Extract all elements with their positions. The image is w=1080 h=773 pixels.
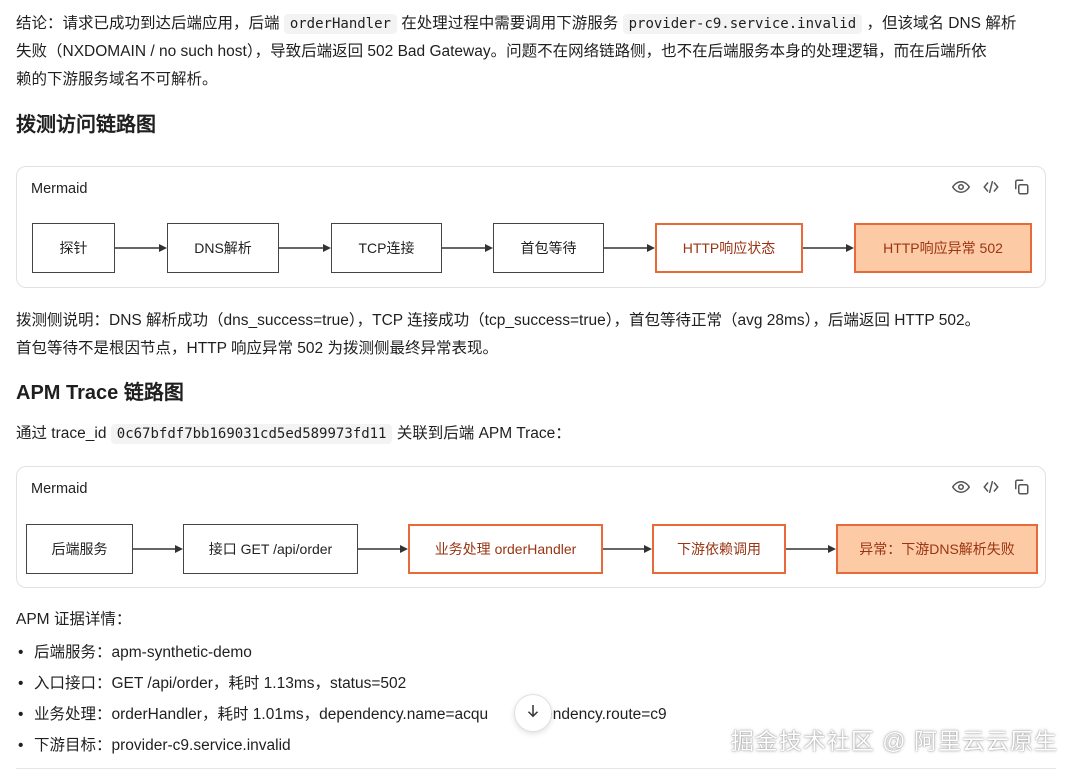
copy-icon[interactable]	[1011, 177, 1031, 197]
flow-arrow	[279, 243, 331, 253]
flow-arrow	[803, 243, 854, 253]
scroll-down-button[interactable]	[514, 694, 552, 732]
flow-node-http-status: HTTP响应状态	[655, 223, 803, 273]
watermark: 掘金技术社区 @ 阿里云云原生	[730, 728, 1058, 754]
card-title: Mermaid	[31, 481, 88, 497]
flow-node-handler: 业务处理 orderHandler	[408, 524, 603, 574]
card-toolbar	[951, 177, 1031, 197]
flow-node-dns: DNS解析	[167, 223, 279, 273]
flow-arrow	[133, 544, 183, 554]
handler-code: orderHandler	[283, 14, 397, 34]
conclusion-line-2: 失败（NXDOMAIN / no such host），导致后端返回 502 B…	[16, 43, 987, 60]
divider	[16, 768, 1056, 769]
arrow-down-icon	[524, 702, 542, 725]
list-item: 后端服务：apm-synthetic-demo	[16, 637, 1056, 668]
flow-node-http-502: HTTP响应异常 502	[854, 223, 1032, 273]
conclusion-line-3: 赖的下游服务域名不可解析。	[16, 71, 218, 88]
flow-arrow	[604, 243, 655, 253]
trace-id-code: 0c67bfdf7bb169031cd5ed589973fd11	[110, 424, 393, 444]
flow-node-api: 接口 GET /api/order	[183, 524, 358, 574]
section-heading-probe: 拨测访问链路图	[16, 114, 156, 136]
eye-icon[interactable]	[951, 177, 971, 197]
domain-code: provider-c9.service.invalid	[622, 14, 863, 34]
flow-node-downstream: 下游依赖调用	[652, 524, 786, 574]
flow-node-dns-failure: 异常：下游DNS解析失败	[836, 524, 1038, 574]
code-icon[interactable]	[981, 477, 1001, 497]
code-icon[interactable]	[981, 177, 1001, 197]
flow-node-probe: 探针	[32, 223, 115, 273]
card-title: Mermaid	[31, 181, 88, 197]
conclusion-line-1: 结论：请求已成功到达后端应用，后端 orderHandler 在处理过程中需要调…	[16, 14, 1017, 34]
flow-arrow	[358, 544, 408, 554]
evidence-title: APM 证据详情：	[16, 611, 132, 628]
flow-arrow	[115, 243, 167, 253]
copy-icon[interactable]	[1011, 477, 1031, 497]
flow-node-first-byte: 首包等待	[493, 223, 604, 273]
flow-arrow	[786, 544, 836, 554]
flow-arrow	[442, 243, 493, 253]
eye-icon[interactable]	[951, 477, 971, 497]
probe-description: 拨测侧说明：DNS 解析成功（dns_success=true），TCP 连接成…	[16, 312, 981, 357]
conclusion: 结论：请求已成功到达后端应用，后端 orderHandler 在处理过程中需要调…	[16, 10, 1056, 94]
trace-intro: 通过 trace_id 0c67bfdf7bb169031cd5ed589973…	[16, 424, 571, 444]
flow-node-backend: 后端服务	[26, 524, 133, 574]
section-heading-apm: APM Trace 链路图	[16, 382, 184, 404]
flow-arrow	[603, 544, 652, 554]
flow-node-tcp: TCP连接	[331, 223, 442, 273]
card-toolbar	[951, 477, 1031, 497]
